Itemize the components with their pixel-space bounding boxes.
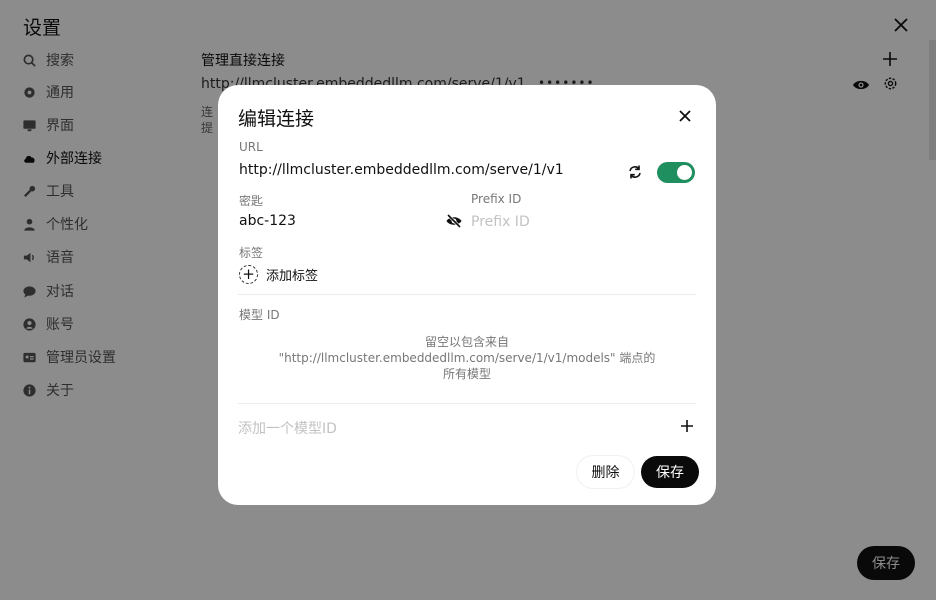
prefix-id-label: Prefix ID [471,192,522,206]
toggle-knob [677,165,692,180]
eye-slash-icon[interactable] [445,212,463,230]
tags-label: 标签 [239,246,264,260]
add-tag-label: 添加标签 [266,269,319,284]
edit-connection-modal: 编辑连接 URL http://llmcluster.embeddedllm.c… [218,85,716,505]
enable-toggle[interactable] [657,162,695,183]
key-field[interactable]: abc-123 [239,213,296,229]
save-button[interactable]: 保存 [641,456,699,488]
url-field[interactable]: http://llmcluster.embeddedllm.com/serve/… [239,162,564,178]
key-label: 密匙 [239,194,264,208]
plus-icon[interactable] [679,418,695,434]
delete-button[interactable]: 删除 [577,456,634,488]
add-model-id-input[interactable] [238,418,658,440]
add-tag-button[interactable]: + 添加标签 [239,265,318,284]
model-id-hint: 留空以包含来自 "http://llmcluster.embeddedllm.c… [278,335,656,381]
prefix-id-input[interactable] [471,212,671,232]
refresh-icon[interactable] [626,163,644,181]
divider [238,294,696,295]
modal-title: 编辑连接 [238,108,315,130]
plus-circle-icon: + [239,265,258,284]
url-label: URL [239,140,263,154]
divider [238,403,696,404]
model-id-label: 模型 ID [239,308,280,322]
close-icon[interactable] [676,107,694,125]
